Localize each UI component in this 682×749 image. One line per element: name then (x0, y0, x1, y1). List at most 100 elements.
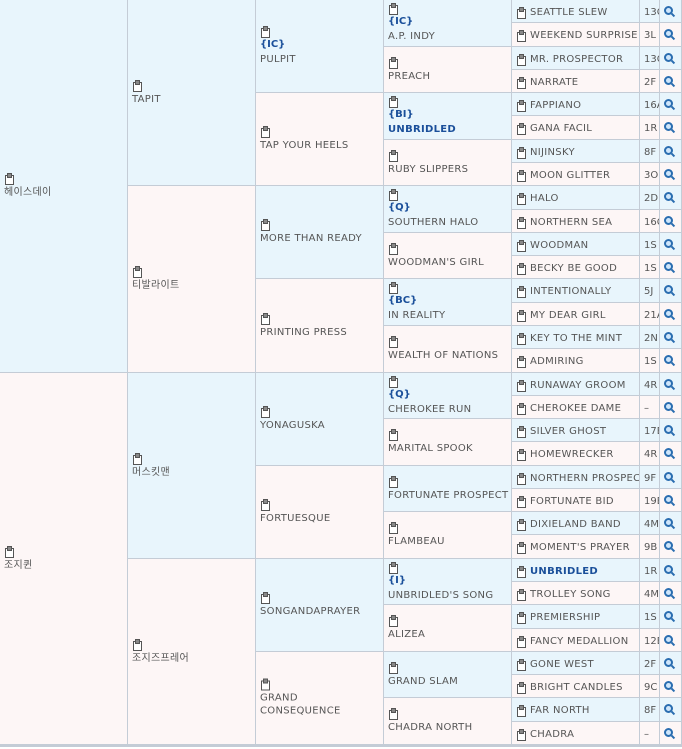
clipboard-icon[interactable] (516, 356, 526, 368)
horse-name[interactable]: UNBRIDLED (388, 123, 509, 136)
clipboard-icon[interactable] (388, 189, 398, 201)
horse-name[interactable]: 머스킷맨 (132, 466, 253, 479)
clipboard-icon[interactable] (516, 77, 526, 89)
clipboard-icon[interactable] (516, 54, 526, 66)
clipboard-icon[interactable] (388, 282, 398, 294)
horse-name[interactable]: YONAGUSKA (260, 419, 381, 432)
horse-name[interactable]: 조지퀸 (4, 559, 125, 572)
horse-name[interactable]: UNBRIDLED'S SONG (388, 589, 509, 602)
horse-name[interactable]: GRAND SLAM (388, 675, 509, 688)
clipboard-icon[interactable] (516, 100, 526, 112)
horse-name[interactable]: INTENTIONALLY (530, 286, 611, 297)
clipboard-icon[interactable] (516, 240, 526, 252)
horse-name[interactable]: BECKY BE GOOD (530, 263, 617, 274)
clipboard-icon[interactable] (132, 79, 142, 92)
horse-name[interactable]: FORTUESQUE (260, 512, 381, 525)
horse-name[interactable]: GONE WEST (530, 659, 594, 670)
clipboard-icon[interactable] (132, 638, 142, 651)
search-icon[interactable] (664, 216, 675, 227)
clipboard-icon[interactable] (516, 426, 526, 438)
horse-name[interactable]: 조지즈프레어 (132, 652, 253, 665)
horse-name[interactable]: PREMIERSHIP (530, 612, 600, 623)
search-icon[interactable] (664, 262, 675, 273)
horse-name[interactable]: MORE THAN READY (260, 232, 381, 245)
horse-name[interactable]: KEY TO THE MINT (530, 333, 622, 344)
clipboard-icon[interactable] (516, 659, 526, 671)
clipboard-icon[interactable] (4, 545, 14, 558)
search-icon[interactable] (664, 425, 675, 436)
search-icon[interactable] (664, 192, 675, 203)
clipboard-icon[interactable] (388, 96, 398, 108)
clipboard-icon[interactable] (388, 615, 398, 627)
search-icon[interactable] (664, 239, 675, 250)
horse-name[interactable]: TAPIT (132, 93, 253, 106)
clipboard-icon[interactable] (516, 496, 526, 508)
clipboard-icon[interactable] (260, 126, 270, 138)
clipboard-icon[interactable] (4, 173, 14, 185)
clipboard-icon[interactable] (388, 561, 398, 574)
clipboard-icon[interactable] (388, 3, 398, 15)
horse-name[interactable]: RUNAWAY GROOM (530, 380, 626, 391)
clipboard-icon[interactable] (388, 56, 398, 69)
horse-name[interactable]: NORTHERN PROSPECT (530, 473, 639, 484)
horse-name[interactable]: NARRATE (530, 77, 578, 88)
clipboard-icon[interactable] (516, 7, 526, 19)
clipboard-icon[interactable] (516, 217, 526, 229)
horse-name[interactable]: MY DEAR GIRL (530, 310, 606, 321)
clipboard-icon[interactable] (516, 542, 526, 554)
clipboard-icon[interactable] (516, 612, 526, 624)
search-icon[interactable] (664, 728, 675, 739)
search-icon[interactable] (664, 681, 675, 692)
clipboard-icon[interactable] (388, 661, 398, 674)
horse-name[interactable]: NORTHERN SEA (530, 217, 612, 228)
search-icon[interactable] (664, 29, 675, 40)
horse-name[interactable]: 티발라이트 (132, 279, 253, 292)
horse-name[interactable]: CHADRA (530, 729, 574, 740)
clipboard-icon[interactable] (388, 429, 398, 441)
horse-name[interactable]: WEEKEND SURPRISE (530, 30, 638, 41)
horse-name[interactable]: A.P. INDY (388, 30, 509, 43)
search-icon[interactable] (664, 472, 675, 483)
search-icon[interactable] (664, 309, 675, 320)
clipboard-icon[interactable] (516, 380, 526, 392)
search-icon[interactable] (664, 448, 675, 459)
horse-name[interactable]: PRINTING PRESS (260, 326, 381, 339)
clipboard-icon[interactable] (516, 636, 526, 648)
horse-name[interactable]: HALO (530, 193, 559, 204)
clipboard-icon[interactable] (516, 589, 526, 601)
horse-name[interactable]: 헤이스데이 (4, 186, 125, 199)
search-icon[interactable] (664, 518, 675, 529)
clipboard-icon[interactable] (516, 193, 526, 205)
horse-name[interactable]: PREACH (388, 70, 509, 83)
clipboard-icon[interactable] (516, 682, 526, 694)
clipboard-icon[interactable] (516, 519, 526, 531)
search-icon[interactable] (664, 122, 675, 133)
horse-name[interactable]: CHEROKEE DAME (530, 403, 621, 414)
horse-name[interactable]: WOODMAN (530, 240, 588, 251)
clipboard-icon[interactable] (260, 406, 270, 418)
horse-name[interactable]: CHADRA NORTH (388, 721, 509, 734)
search-icon[interactable] (664, 658, 675, 669)
search-icon[interactable] (664, 611, 675, 622)
clipboard-icon[interactable] (388, 708, 398, 720)
horse-name[interactable]: FAR NORTH (530, 705, 590, 716)
horse-name[interactable]: RUBY SLIPPERS (388, 163, 509, 176)
horse-name[interactable]: TROLLEY SONG (530, 589, 611, 600)
clipboard-icon[interactable] (516, 403, 526, 415)
clipboard-icon[interactable] (516, 449, 526, 461)
horse-name[interactable]: BRIGHT CANDLES (530, 682, 623, 693)
horse-name[interactable]: FLAMBEAU (388, 535, 509, 548)
horse-name[interactable]: HOMEWRECKER (530, 449, 614, 460)
search-icon[interactable] (664, 495, 675, 506)
horse-name[interactable]: ADMIRING (530, 356, 584, 367)
search-icon[interactable] (664, 379, 675, 390)
horse-name[interactable]: IN REALITY (388, 309, 509, 322)
clipboard-icon[interactable] (388, 149, 398, 162)
search-icon[interactable] (664, 635, 675, 646)
horse-name[interactable]: ALIZEA (388, 628, 509, 641)
horse-name[interactable]: CHEROKEE RUN (388, 403, 509, 416)
clipboard-icon[interactable] (132, 452, 142, 465)
horse-name[interactable]: MARITAL SPOOK (388, 442, 509, 455)
clipboard-icon[interactable] (260, 678, 270, 691)
horse-name[interactable]: SONGANDAPRAYER (260, 605, 381, 618)
